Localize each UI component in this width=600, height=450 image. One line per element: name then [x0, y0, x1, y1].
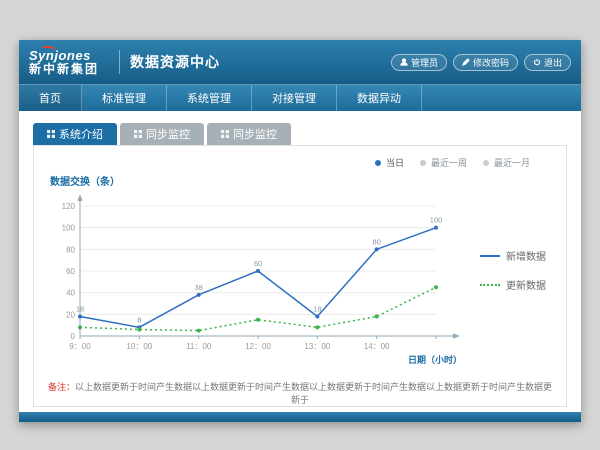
filter-label: 最近一周 [431, 156, 467, 169]
svg-text:8: 8 [137, 315, 141, 324]
dot-icon [375, 160, 381, 166]
header-actions: 管理员 修改密码 退出 [391, 54, 571, 71]
tab-bar: 系统介绍 同步监控 同步监控 [33, 123, 567, 145]
series-label: 更新数据 [506, 277, 546, 292]
change-password-button[interactable]: 修改密码 [453, 54, 518, 71]
exchange-chart: 0 20 40 60 80 100 120 9：00 10：00 11：00 12：00 13：00 1… [44, 190, 474, 376]
change-password-label: 修改密码 [473, 56, 509, 69]
svg-text:80: 80 [66, 245, 75, 254]
svg-text:38: 38 [194, 283, 202, 292]
dotted-line-icon [480, 284, 500, 286]
filter-label: 当日 [386, 156, 404, 169]
tab-system-intro[interactable]: 系统介绍 [33, 123, 117, 145]
filter-last-week[interactable]: 最近一周 [420, 156, 467, 169]
header-divider [119, 50, 120, 74]
remark-text: 以上数据更新于时间产生数据以上数据更新于时间产生数据以上数据更新于时间产生数据以… [75, 382, 552, 405]
svg-text:14：00: 14：00 [364, 342, 390, 351]
svg-text:100: 100 [62, 224, 76, 233]
main-content: 系统介绍 同步监控 同步监控 当日 最近一周 [19, 111, 581, 412]
grid-icon [47, 130, 55, 138]
tab-sync-monitor-2[interactable]: 同步监控 [207, 123, 291, 145]
user-icon [400, 58, 408, 66]
filter-label: 最近一月 [494, 156, 530, 169]
dot-icon [420, 160, 426, 166]
tab-label: 同步监控 [146, 126, 190, 142]
period-filter-legend: 当日 最近一周 最近一月 [44, 152, 556, 171]
svg-text:13：00: 13：00 [304, 342, 330, 351]
svg-text:60: 60 [66, 267, 75, 276]
svg-text:18: 18 [313, 305, 321, 314]
logout-button[interactable]: 退出 [524, 54, 571, 71]
logo-subtext: 新中新集团 [29, 63, 99, 76]
svg-text:60: 60 [254, 259, 262, 268]
main-nav: 首页 标准管理 系统管理 对接管理 数据异动 [19, 84, 581, 111]
series-label: 新增数据 [506, 248, 546, 263]
svg-text:40: 40 [66, 289, 75, 298]
solid-line-icon [480, 255, 500, 257]
svg-text:100: 100 [430, 216, 443, 225]
remark-prefix: 备注： [48, 382, 75, 392]
chart-panel: 当日 最近一周 最近一月 数据交换（条） 0 20 40 60 80 100 120 9：00… [33, 145, 567, 407]
filter-last-month[interactable]: 最近一月 [483, 156, 530, 169]
admin-user-button[interactable]: 管理员 [391, 54, 447, 71]
svg-text:18: 18 [76, 305, 84, 314]
svg-text:80: 80 [372, 237, 380, 246]
nav-item-data-change[interactable]: 数据异动 [337, 85, 422, 111]
svg-text:10：00: 10：00 [126, 342, 152, 351]
pencil-icon [462, 58, 470, 66]
remark-note: 备注：以上数据更新于时间产生数据以上数据更新于时间产生数据以上数据更新于时间产生… [44, 380, 556, 406]
y-axis-title: 数据交换（条） [50, 173, 556, 188]
power-icon [533, 58, 541, 66]
svg-text:日期（小时）: 日期（小时） [408, 354, 462, 365]
legend-update-data: 更新数据 [480, 277, 546, 292]
svg-text:11：00: 11：00 [186, 342, 212, 351]
chart-row: 0 20 40 60 80 100 120 9：00 10：00 11：00 12：00 13：00 1… [44, 190, 556, 376]
svg-text:0: 0 [71, 332, 76, 341]
app-window: Synjones 新中新集团 数据资源中心 管理员 修改密码 退出 首页 标准管… [19, 40, 581, 422]
legend-new-data: 新增数据 [480, 248, 546, 263]
tab-sync-monitor-1[interactable]: 同步监控 [120, 123, 204, 145]
nav-item-standards[interactable]: 标准管理 [82, 85, 167, 111]
logo-text: Synjones [29, 49, 99, 63]
series-legend: 新增数据 更新数据 [480, 248, 546, 292]
nav-item-home[interactable]: 首页 [19, 85, 82, 111]
grid-icon [134, 130, 142, 138]
svg-text:9：00: 9：00 [69, 342, 91, 351]
svg-text:12：00: 12：00 [245, 342, 271, 351]
nav-item-system[interactable]: 系统管理 [167, 85, 252, 111]
app-title: 数据资源中心 [130, 52, 220, 72]
admin-user-label: 管理员 [411, 56, 438, 69]
svg-text:20: 20 [66, 310, 75, 319]
dot-icon [483, 160, 489, 166]
svg-text:120: 120 [62, 202, 76, 211]
company-logo: Synjones 新中新集团 [29, 49, 99, 75]
tab-label: 系统介绍 [59, 126, 103, 142]
tab-label: 同步监控 [233, 126, 277, 142]
nav-item-docking[interactable]: 对接管理 [252, 85, 337, 111]
filter-today[interactable]: 当日 [375, 156, 404, 169]
grid-icon [221, 130, 229, 138]
logout-label: 退出 [544, 56, 562, 69]
logo-swoosh-icon [41, 45, 57, 54]
app-footer [19, 412, 581, 422]
app-header: Synjones 新中新集团 数据资源中心 管理员 修改密码 退出 [19, 40, 581, 84]
